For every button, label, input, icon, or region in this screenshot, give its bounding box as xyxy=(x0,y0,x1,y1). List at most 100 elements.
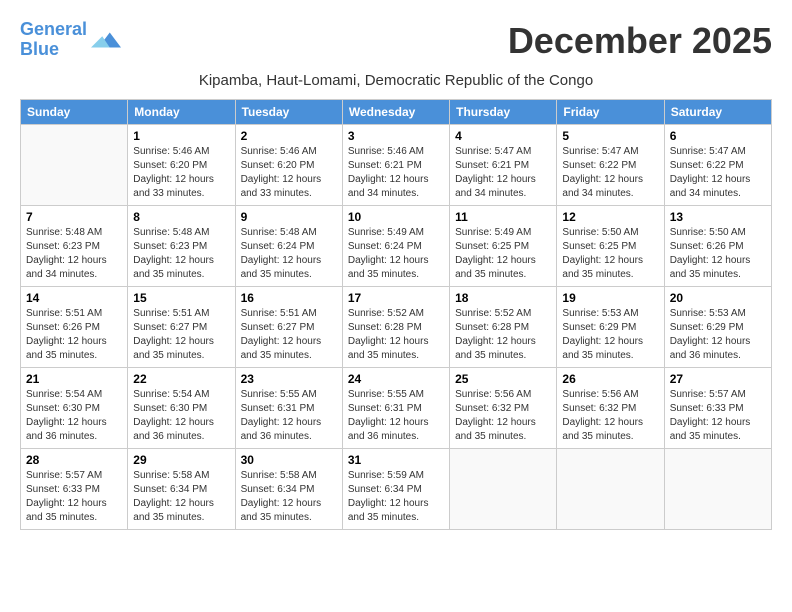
day-info: Sunrise: 5:56 AM Sunset: 6:32 PM Dayligh… xyxy=(455,388,551,444)
day-number: 6 xyxy=(670,129,766,143)
day-number: 11 xyxy=(455,210,551,224)
day-number: 15 xyxy=(133,291,229,305)
day-number: 23 xyxy=(241,372,337,386)
weekday-header-friday: Friday xyxy=(557,99,664,124)
day-number: 21 xyxy=(26,372,122,386)
calendar-cell: 24Sunrise: 5:55 AM Sunset: 6:31 PM Dayli… xyxy=(342,367,449,448)
day-number: 29 xyxy=(133,453,229,467)
calendar: SundayMondayTuesdayWednesdayThursdayFrid… xyxy=(20,99,772,530)
day-info: Sunrise: 5:58 AM Sunset: 6:34 PM Dayligh… xyxy=(241,469,337,525)
calendar-cell: 11 Sunrise: 5:49 AM Sunset: 6:25 PM Dayli… xyxy=(450,205,557,286)
day-number: 3 xyxy=(348,129,444,143)
day-info: Sunrise: 5:55 AM Sunset: 6:31 PM Dayligh… xyxy=(241,388,337,444)
calendar-cell xyxy=(664,448,771,529)
calendar-cell: 13Sunrise: 5:50 AM Sunset: 6:26 PM Dayli… xyxy=(664,205,771,286)
calendar-cell: 19Sunrise: 5:53 AM Sunset: 6:29 PM Dayli… xyxy=(557,286,664,367)
day-number: 31 xyxy=(348,453,444,467)
weekday-header-sunday: Sunday xyxy=(21,99,128,124)
day-number: 16 xyxy=(241,291,337,305)
day-info: Sunrise: 5:58 AM Sunset: 6:34 PM Dayligh… xyxy=(133,469,229,525)
calendar-cell: 29 Sunrise: 5:58 AM Sunset: 6:34 PM Dayli… xyxy=(128,448,235,529)
day-info: Sunrise: 5:47 AM Sunset: 6:22 PM Dayligh… xyxy=(562,145,658,201)
logo: General Blue xyxy=(20,20,121,60)
calendar-cell: 5 Sunrise: 5:47 AM Sunset: 6:22 PM Daylig… xyxy=(557,124,664,205)
day-info: Sunrise: 5:54 AM Sunset: 6:30 PM Dayligh… xyxy=(133,388,229,444)
day-number: 26 xyxy=(562,372,658,386)
logo-blue: Blue xyxy=(20,39,59,59)
logo-general: General xyxy=(20,19,87,39)
day-info: Sunrise: 5:52 AM Sunset: 6:28 PM Dayligh… xyxy=(455,307,551,363)
day-number: 10 xyxy=(348,210,444,224)
calendar-cell: 15Sunrise: 5:51 AM Sunset: 6:27 PM Dayli… xyxy=(128,286,235,367)
calendar-cell: 26 Sunrise: 5:56 AM Sunset: 6:32 PM Dayli… xyxy=(557,367,664,448)
calendar-cell: 23 Sunrise: 5:55 AM Sunset: 6:31 PM Dayli… xyxy=(235,367,342,448)
calendar-cell xyxy=(21,124,128,205)
month-title: December 2025 xyxy=(508,20,772,62)
day-info: Sunrise: 5:51 AM Sunset: 6:27 PM Dayligh… xyxy=(241,307,337,363)
calendar-cell: 6 Sunrise: 5:47 AM Sunset: 6:22 PM Daylig… xyxy=(664,124,771,205)
day-info: Sunrise: 5:46 AM Sunset: 6:21 PM Dayligh… xyxy=(348,145,444,201)
day-number: 7 xyxy=(26,210,122,224)
day-info: Sunrise: 5:50 AM Sunset: 6:25 PM Dayligh… xyxy=(562,226,658,282)
day-number: 13 xyxy=(670,210,766,224)
day-number: 14 xyxy=(26,291,122,305)
day-number: 27 xyxy=(670,372,766,386)
day-number: 28 xyxy=(26,453,122,467)
day-info: Sunrise: 5:46 AM Sunset: 6:20 PM Dayligh… xyxy=(133,145,229,201)
day-info: Sunrise: 5:54 AM Sunset: 6:30 PM Dayligh… xyxy=(26,388,122,444)
calendar-cell: 10Sunrise: 5:49 AM Sunset: 6:24 PM Dayli… xyxy=(342,205,449,286)
calendar-cell: 14 Sunrise: 5:51 AM Sunset: 6:26 PM Dayli… xyxy=(21,286,128,367)
day-info: Sunrise: 5:52 AM Sunset: 6:28 PM Dayligh… xyxy=(348,307,444,363)
calendar-cell: 3 Sunrise: 5:46 AM Sunset: 6:21 PM Daylig… xyxy=(342,124,449,205)
calendar-cell: 25Sunrise: 5:56 AM Sunset: 6:32 PM Dayli… xyxy=(450,367,557,448)
calendar-cell: 12 Sunrise: 5:50 AM Sunset: 6:25 PM Dayli… xyxy=(557,205,664,286)
calendar-cell: 7 Sunrise: 5:48 AM Sunset: 6:23 PM Daylig… xyxy=(21,205,128,286)
calendar-cell xyxy=(450,448,557,529)
weekday-header-wednesday: Wednesday xyxy=(342,99,449,124)
calendar-cell: 18 Sunrise: 5:52 AM Sunset: 6:28 PM Dayli… xyxy=(450,286,557,367)
day-info: Sunrise: 5:48 AM Sunset: 6:23 PM Dayligh… xyxy=(133,226,229,282)
calendar-cell: 16 Sunrise: 5:51 AM Sunset: 6:27 PM Dayli… xyxy=(235,286,342,367)
day-number: 5 xyxy=(562,129,658,143)
day-info: Sunrise: 5:47 AM Sunset: 6:22 PM Dayligh… xyxy=(670,145,766,201)
calendar-cell: 9 Sunrise: 5:48 AM Sunset: 6:24 PM Daylig… xyxy=(235,205,342,286)
weekday-header-tuesday: Tuesday xyxy=(235,99,342,124)
calendar-cell: 20 Sunrise: 5:53 AM Sunset: 6:29 PM Dayli… xyxy=(664,286,771,367)
calendar-cell: 28 Sunrise: 5:57 AM Sunset: 6:33 PM Dayli… xyxy=(21,448,128,529)
calendar-cell: 31 Sunrise: 5:59 AM Sunset: 6:34 PM Dayli… xyxy=(342,448,449,529)
calendar-cell: 2 Sunrise: 5:46 AM Sunset: 6:20 PM Daylig… xyxy=(235,124,342,205)
day-number: 20 xyxy=(670,291,766,305)
day-info: Sunrise: 5:57 AM Sunset: 6:33 PM Dayligh… xyxy=(670,388,766,444)
calendar-cell: 21 Sunrise: 5:54 AM Sunset: 6:30 PM Dayli… xyxy=(21,367,128,448)
weekday-header-thursday: Thursday xyxy=(450,99,557,124)
day-info: Sunrise: 5:49 AM Sunset: 6:25 PM Dayligh… xyxy=(455,226,551,282)
logo-icon xyxy=(91,25,121,55)
day-info: Sunrise: 5:57 AM Sunset: 6:33 PM Dayligh… xyxy=(26,469,122,525)
calendar-cell: 8Sunrise: 5:48 AM Sunset: 6:23 PM Daylig… xyxy=(128,205,235,286)
weekday-header-monday: Monday xyxy=(128,99,235,124)
calendar-cell xyxy=(557,448,664,529)
calendar-cell: 22 Sunrise: 5:54 AM Sunset: 6:30 PM Dayli… xyxy=(128,367,235,448)
day-info: Sunrise: 5:53 AM Sunset: 6:29 PM Dayligh… xyxy=(670,307,766,363)
day-number: 22 xyxy=(133,372,229,386)
day-number: 17 xyxy=(348,291,444,305)
day-info: Sunrise: 5:48 AM Sunset: 6:24 PM Dayligh… xyxy=(241,226,337,282)
header: December 2025 xyxy=(508,20,772,62)
day-number: 2 xyxy=(241,129,337,143)
day-number: 18 xyxy=(455,291,551,305)
calendar-cell: 30 Sunrise: 5:58 AM Sunset: 6:34 PM Dayli… xyxy=(235,448,342,529)
calendar-cell: 27 Sunrise: 5:57 AM Sunset: 6:33 PM Dayli… xyxy=(664,367,771,448)
day-info: Sunrise: 5:46 AM Sunset: 6:20 PM Dayligh… xyxy=(241,145,337,201)
calendar-cell: 17 Sunrise: 5:52 AM Sunset: 6:28 PM Dayli… xyxy=(342,286,449,367)
day-number: 30 xyxy=(241,453,337,467)
day-number: 4 xyxy=(455,129,551,143)
day-info: Sunrise: 5:59 AM Sunset: 6:34 PM Dayligh… xyxy=(348,469,444,525)
day-number: 12 xyxy=(562,210,658,224)
calendar-cell: 4Sunrise: 5:47 AM Sunset: 6:21 PM Daylig… xyxy=(450,124,557,205)
day-info: Sunrise: 5:48 AM Sunset: 6:23 PM Dayligh… xyxy=(26,226,122,282)
weekday-header-saturday: Saturday xyxy=(664,99,771,124)
day-info: Sunrise: 5:51 AM Sunset: 6:26 PM Dayligh… xyxy=(26,307,122,363)
day-number: 1 xyxy=(133,129,229,143)
day-info: Sunrise: 5:56 AM Sunset: 6:32 PM Dayligh… xyxy=(562,388,658,444)
day-number: 9 xyxy=(241,210,337,224)
